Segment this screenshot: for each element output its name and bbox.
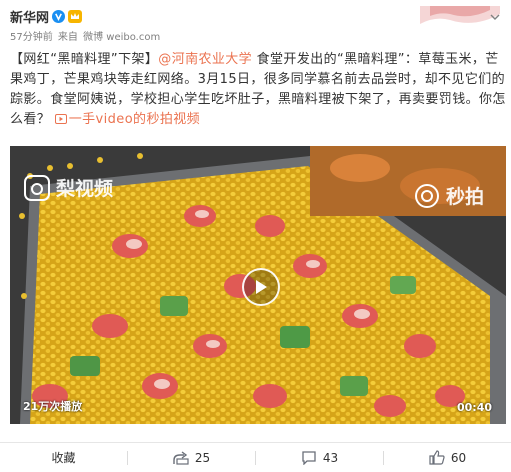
camera-icon bbox=[414, 183, 439, 208]
decoration-ribbon-icon bbox=[420, 6, 500, 24]
post-time[interactable]: 57分钟前 bbox=[10, 32, 53, 43]
play-icon bbox=[256, 280, 267, 294]
like-button[interactable]: 60 bbox=[384, 443, 511, 472]
source-prefix: 来自 bbox=[57, 32, 78, 43]
comment-count: 43 bbox=[322, 450, 339, 465]
repost-count: 25 bbox=[194, 450, 211, 465]
pear-video-watermark: 梨视频 bbox=[24, 174, 113, 201]
video-player[interactable]: 梨视频 秒拍 21万次播放 00:40 bbox=[10, 146, 506, 424]
action-bar: 收藏 25 43 60 bbox=[0, 442, 511, 472]
video-link[interactable]: 一手video的秒拍视频 bbox=[54, 112, 201, 127]
vip-crown-icon bbox=[68, 9, 83, 23]
comment-button[interactable]: 43 bbox=[256, 443, 383, 472]
verified-icon bbox=[52, 9, 66, 23]
miaopai-label: 秒拍 bbox=[445, 186, 484, 208]
play-count: 21万次播放 bbox=[23, 400, 83, 413]
repost-button[interactable]: 25 bbox=[128, 443, 255, 472]
pear-video-label: 梨视频 bbox=[56, 178, 114, 200]
post-title-tag: 【网红“黑暗料理”下架】 bbox=[10, 52, 159, 67]
thumbs-up-icon bbox=[429, 450, 445, 465]
mention-link[interactable]: @河南农业大学 bbox=[158, 52, 252, 67]
post-source[interactable]: 微博 weibo.com bbox=[83, 32, 160, 43]
post-header: 新华网 57分钟前 来自 微博 weibo.com bbox=[10, 6, 500, 46]
repost-icon bbox=[173, 450, 189, 465]
pear-video-logo-icon bbox=[24, 174, 50, 201]
chevron-down-icon[interactable] bbox=[490, 12, 500, 22]
like-count: 60 bbox=[450, 450, 467, 465]
video-duration: 00:40 bbox=[456, 401, 492, 414]
favorite-button[interactable]: 收藏 bbox=[0, 443, 127, 472]
comment-icon bbox=[302, 450, 316, 465]
video-link-icon bbox=[54, 114, 67, 124]
post-text: 【网红“黑暗料理”下架】@河南农业大学 食堂开发出的“黑暗料理”：草莓玉米，芒果… bbox=[10, 50, 510, 130]
video-link-label: 一手video的秒拍视频 bbox=[68, 112, 201, 127]
play-button[interactable] bbox=[242, 268, 280, 306]
author-name[interactable]: 新华网 bbox=[10, 7, 49, 26]
favorite-label: 收藏 bbox=[51, 451, 76, 465]
miaopai-watermark: 秒拍 bbox=[414, 182, 484, 209]
